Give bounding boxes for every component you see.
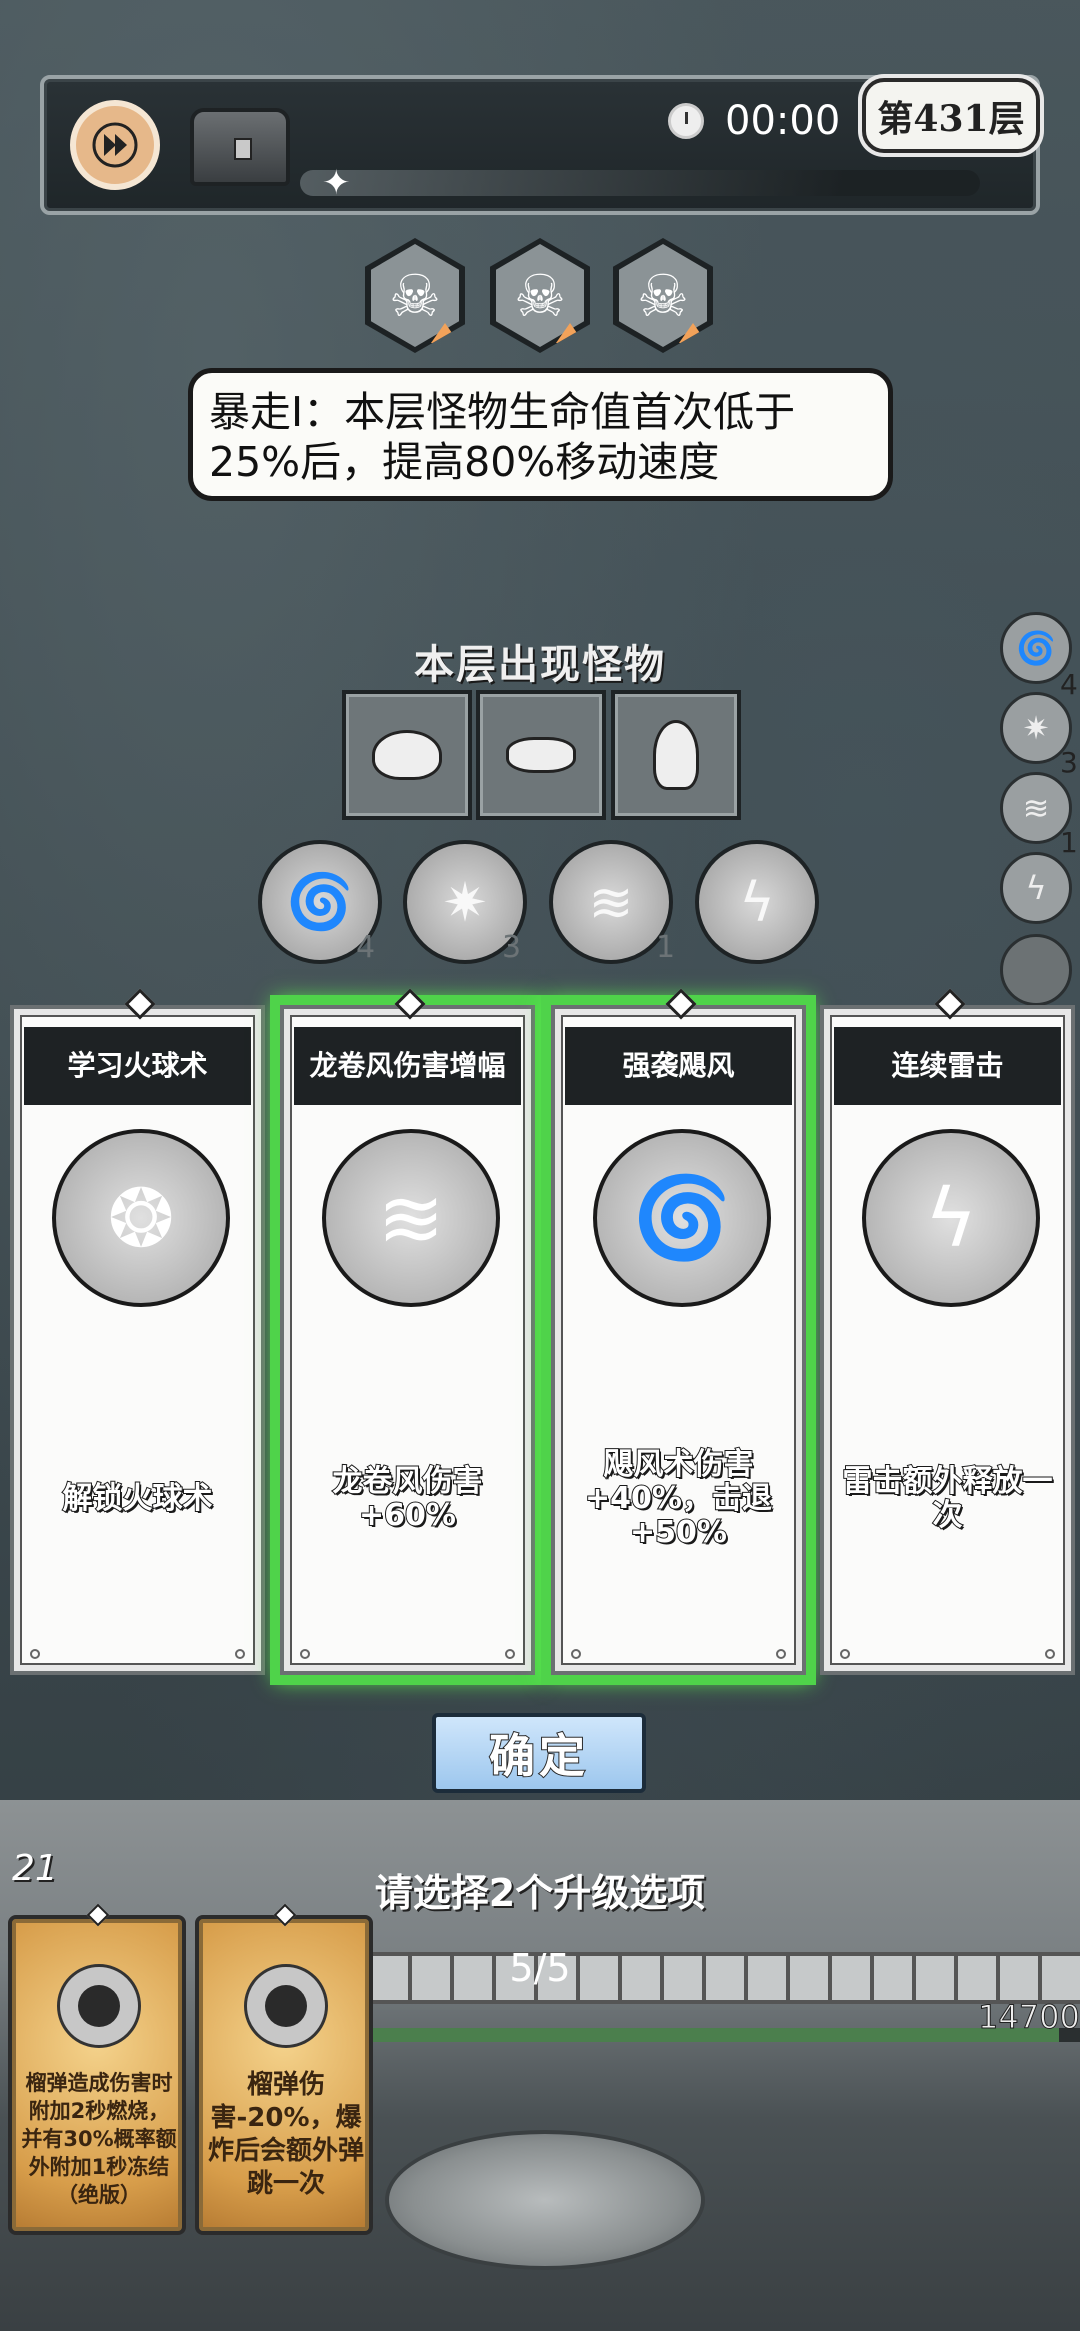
skill-level: 4: [356, 930, 376, 965]
skull-rage-icon[interactable]: ☠: [365, 238, 465, 353]
card-marker: [665, 988, 697, 1020]
wall-hp-fill: [370, 2028, 1059, 2042]
empty-slot: [1000, 934, 1072, 1006]
timer-text: 00:00: [725, 98, 841, 144]
grenade-icon: [57, 1964, 141, 2048]
equipped-card-description: 榴弹造成伤害时附加2秒燃烧，并有30%概率额外附加1秒冻结（绝版）: [21, 2071, 177, 2207]
side-skill-level: 4: [1060, 668, 1078, 701]
card-title: 强袭飓风: [565, 1027, 792, 1105]
upgrade-card[interactable]: 龙卷风伤害增幅 ≋ 龙卷风伤害+60%: [270, 988, 545, 1685]
card-title: 连续雷击: [834, 1027, 1061, 1105]
skill-level: 3: [502, 930, 522, 965]
lightning-icon[interactable]: ϟ: [1000, 852, 1072, 924]
card-description: 飓风术伤害+40%，击退+50%: [584, 1447, 773, 1551]
card-marker: [124, 988, 156, 1020]
monsters-title: 本层出现怪物: [414, 642, 666, 688]
skill-level: 1: [656, 930, 676, 965]
upgrade-card[interactable]: 强袭飓风 🌀 飓风术伤害+40%，击退+50%: [541, 988, 816, 1685]
card-description: 龙卷风伤害+60%: [332, 1464, 484, 1534]
fast-forward-icon: [92, 122, 138, 168]
modifier-description: 暴走Ⅰ：本层怪物生命值首次低于25%后，提高80%移动速度: [188, 368, 893, 501]
lightning-icon[interactable]: ϟ: [695, 840, 819, 964]
clock-icon: [668, 103, 704, 139]
equipped-card[interactable]: 榴弹造成伤害时附加2秒燃烧，并有30%概率额外附加1秒冻结（绝版）: [8, 1903, 186, 2235]
floor-progress-bar: [300, 170, 980, 196]
instruction-text: 请选择2个升级选项: [374, 1871, 706, 1915]
card-description: 雷击额外释放一次: [842, 1464, 1054, 1534]
upgrade-card[interactable]: 学习火球术 ❂ 解锁火球术: [10, 988, 265, 1675]
equipped-card-description: 榴弹伤害-20%，爆炸后会额外弹跳一次: [207, 2070, 364, 2199]
card-title: 龙卷风伤害增幅: [294, 1027, 521, 1105]
side-skill-level: 3: [1060, 746, 1078, 779]
card-marker: [394, 988, 426, 1020]
tornado-icon: 🌀: [593, 1129, 771, 1307]
card-title: 学习火球术: [24, 1027, 251, 1105]
grenade-icon: [244, 1964, 328, 2048]
lightning-icon: ϟ: [862, 1129, 1040, 1307]
spawn-puddle: [385, 2130, 705, 2270]
floor-badge: 第431层: [862, 78, 1040, 153]
fast-forward-button[interactable]: [70, 100, 160, 190]
skull-speed-icon[interactable]: ☠: [613, 238, 713, 353]
equipped-card[interactable]: 榴弹伤害-20%，爆炸后会额外弹跳一次: [195, 1903, 373, 2235]
confirm-button[interactable]: 确定: [432, 1713, 646, 1793]
treasure-chest-button[interactable]: [190, 108, 290, 186]
whirlwind-icon: ≋: [322, 1129, 500, 1307]
skull-red-eyes-icon[interactable]: ☠: [490, 238, 590, 353]
card-marker: [934, 988, 966, 1020]
ghost-monster[interactable]: [611, 690, 741, 820]
side-skill-level: 1: [1060, 826, 1078, 859]
whirlwind-icon[interactable]: ≋: [549, 840, 673, 964]
upgrade-card[interactable]: 连续雷击 ϟ 雷击额外释放一次: [820, 988, 1075, 1675]
card-description: 解锁火球术: [62, 1481, 214, 1517]
slime-monster[interactable]: [476, 690, 606, 820]
rabbit-monster[interactable]: [342, 690, 472, 820]
sparkle-icon: ✦: [322, 163, 351, 203]
wall-hp-value: 14700: [978, 1998, 1080, 2037]
fireball-icon: ❂: [52, 1129, 230, 1307]
